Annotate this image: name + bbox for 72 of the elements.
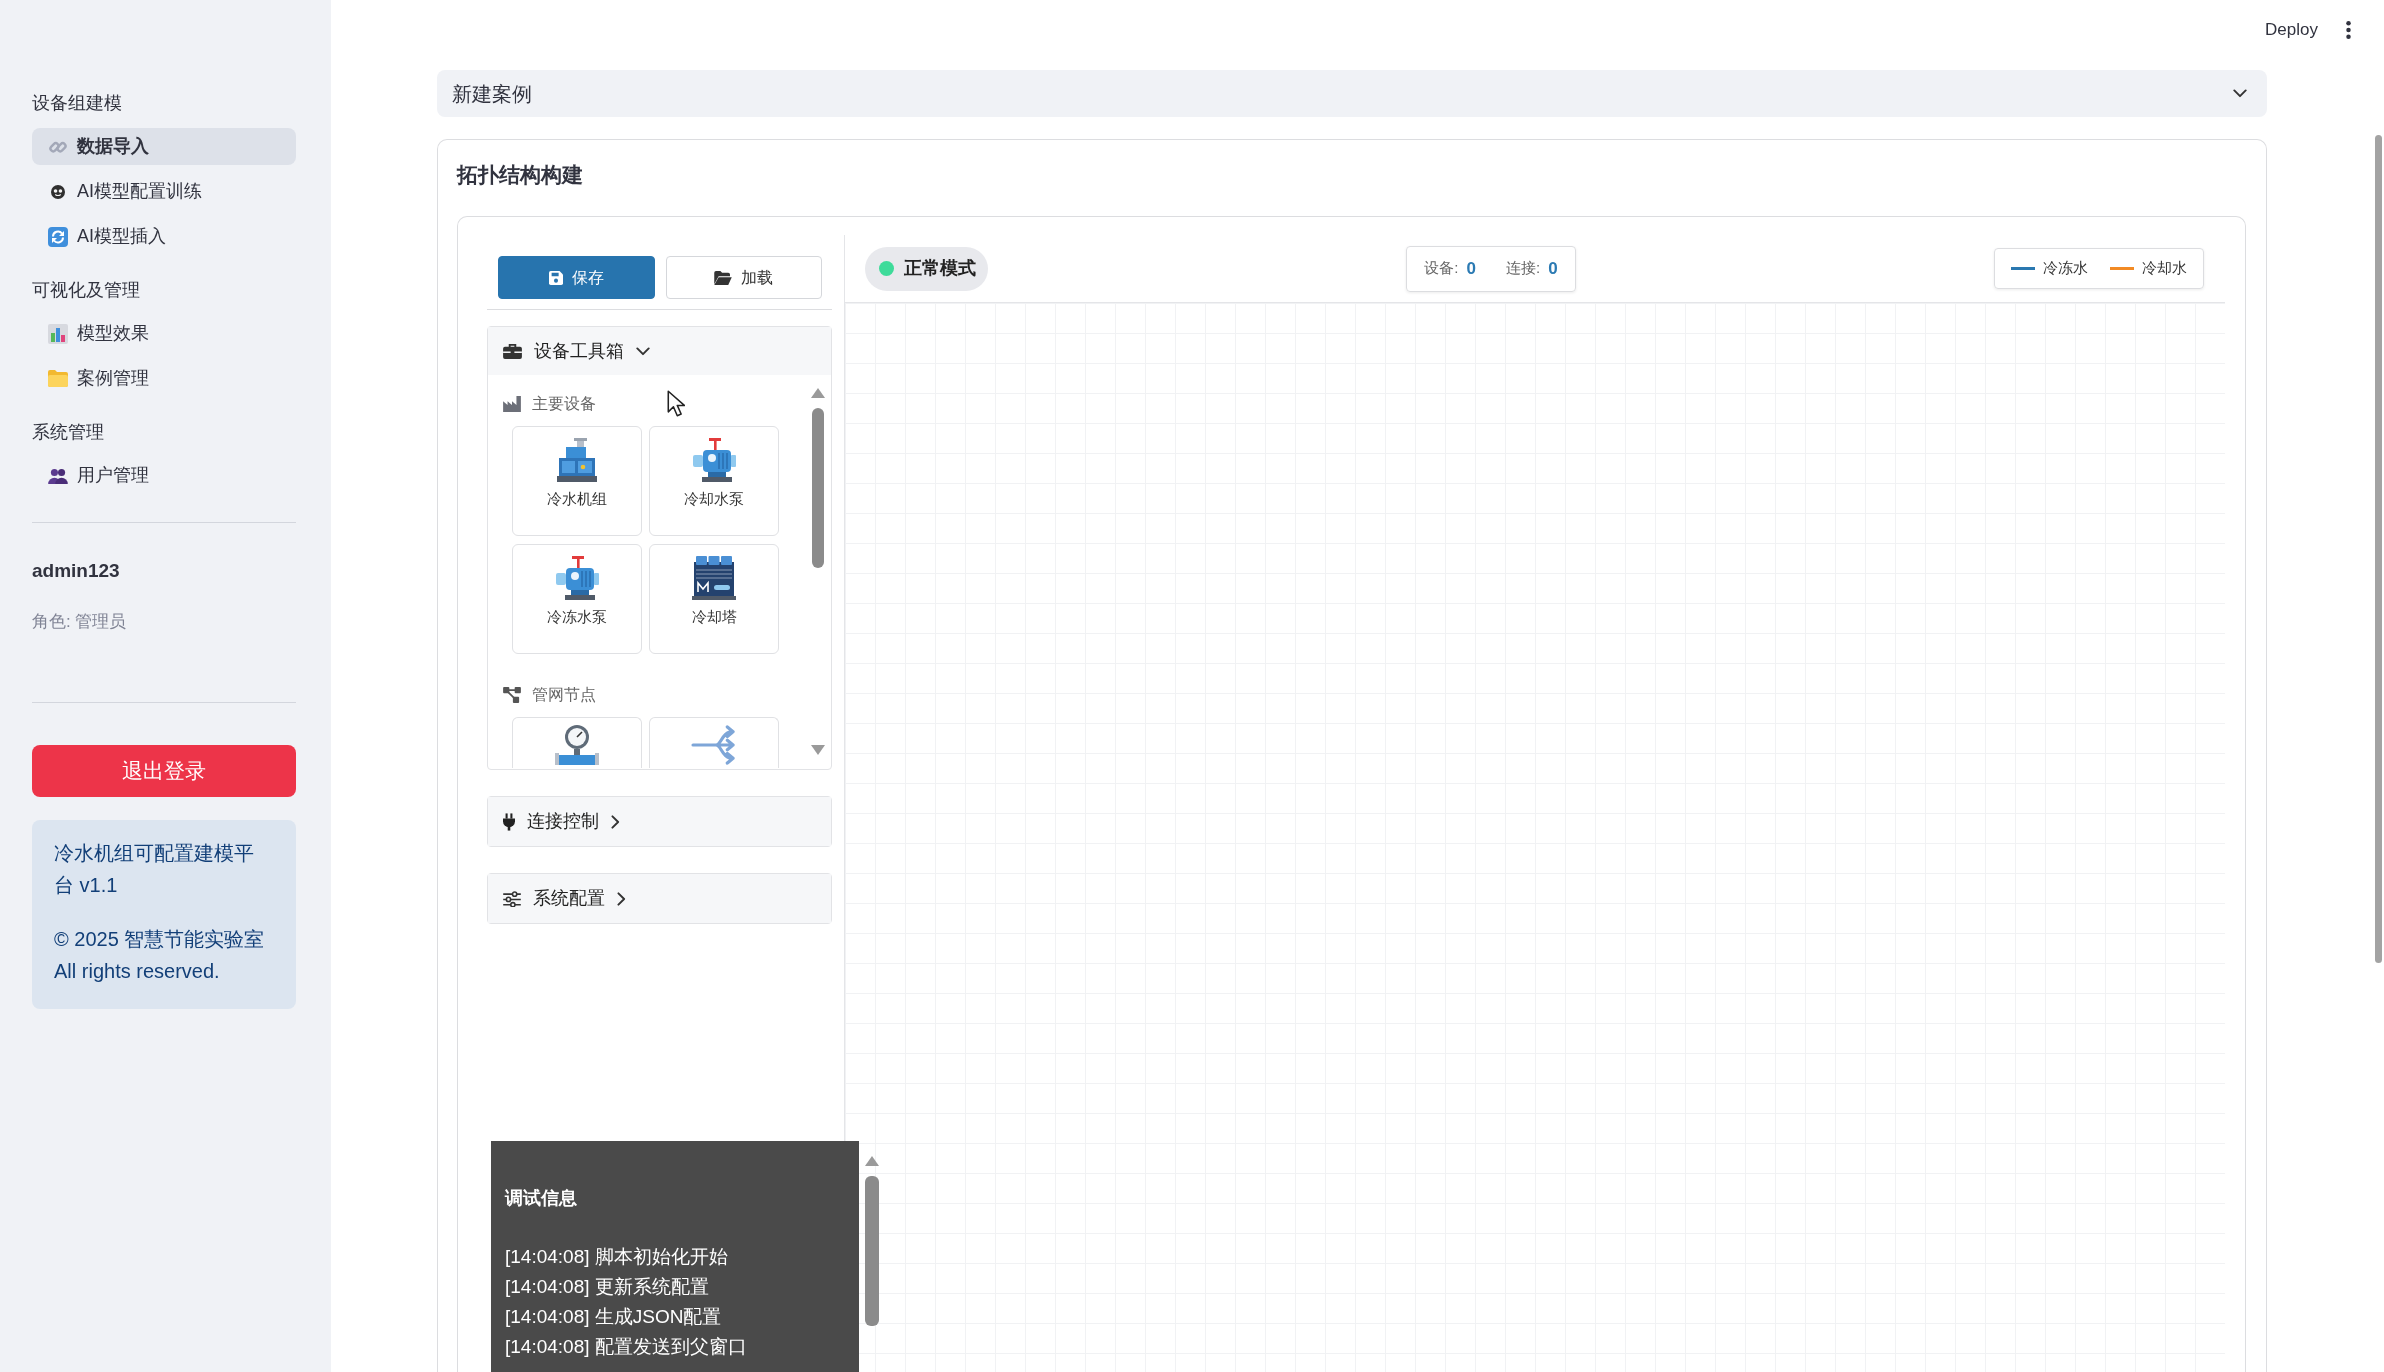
scroll-down-arrow-icon[interactable] [811,745,825,755]
case-expander[interactable]: 新建案例 [437,70,2267,117]
stat-label: 连接: [1506,258,1541,279]
scroll-up-arrow-icon[interactable] [865,1156,879,1166]
bar-chart-icon [48,323,68,344]
device-tile[interactable]: 冷冻水泵 [512,544,642,654]
info-text: 冷水机组可配置建模平台 v1.1 [54,841,255,898]
info-text: © 2025 智慧节能实验室 [54,927,266,952]
stat-value: 0 [1466,257,1476,280]
open-folder-icon [714,270,733,285]
group-title: 主要设备 [532,394,596,414]
log-line: [14:04:08] 生成JSON配置 [505,1305,723,1329]
cooling-tower-icon [690,556,738,600]
device-tile[interactable]: 冷水机组 [512,426,642,536]
cursor-icon [667,390,685,417]
device-tile[interactable] [512,717,642,768]
refresh-icon [48,226,68,247]
status-dot-icon [879,261,894,276]
factory-icon [503,396,521,412]
panel-title: 拓扑结构构建 [457,162,584,188]
device-tile[interactable]: 冷却塔 [649,544,779,654]
face-icon [51,184,65,199]
sidebar-item[interactable]: AI模型配置训练 [32,173,296,210]
pressure-gauge-icon [555,725,599,765]
panel-header[interactable]: 系统配置 [488,874,831,923]
logout-button[interactable]: 退出登录 [32,745,296,797]
section-title: 系统管理 [32,421,105,444]
legend-label: 冷冻水 [2043,258,2088,279]
panel-header[interactable]: 连接控制 [488,797,831,846]
more-menu-icon[interactable] [2346,21,2351,39]
sidebar-item[interactable]: 案例管理 [32,360,296,397]
user-role: 角色: 管理员 [32,611,128,633]
sidebar-item[interactable]: 数据导入 [32,128,296,165]
pump-icon [690,438,738,482]
panel-header[interactable]: 设备工具箱 [488,327,831,375]
group-title: 管网节点 [532,685,596,705]
device-tile[interactable] [649,717,779,768]
save-button[interactable]: 保存 [498,256,655,299]
section-title: 可视化及管理 [32,279,141,302]
log-line: [14:04:08] 配置发送到父窗口 [505,1335,748,1359]
scrollbar-thumb[interactable] [812,408,824,568]
people-icon [48,467,68,484]
info-text: All rights reserved. [54,959,221,984]
plug-icon [503,812,515,831]
mode-toggle[interactable]: 正常模式 [865,246,988,291]
device-tile[interactable]: 冷却水泵 [649,426,779,536]
username: admin123 [32,559,121,583]
network-nodes-icon [503,687,521,703]
sidebar-item[interactable]: AI模型插入 [32,218,296,255]
chevron-right-icon [611,814,620,829]
pump-icon [553,556,601,600]
debug-title: 调试信息 [505,1187,578,1210]
stat-value: 0 [1548,257,1558,280]
toolbox-icon [503,343,522,359]
sidebar-item[interactable]: 用户管理 [32,457,296,494]
folder-icon [48,370,68,387]
scroll-up-arrow-icon[interactable] [811,388,825,398]
chevron-down-icon [636,346,650,356]
section-title: 设备组建模 [32,92,123,115]
sidebar-item[interactable]: 模型效果 [32,315,296,352]
chevron-right-icon [617,891,626,906]
stat-label: 设备: [1424,258,1459,279]
sliders-icon [503,890,521,907]
load-button[interactable]: 加载 [665,256,822,299]
deploy-button[interactable]: Deploy [2265,17,2318,43]
branching-arrows-icon [690,725,738,765]
log-line: [14:04:08] 更新系统配置 [505,1275,710,1299]
legend-label: 冷却水 [2142,258,2187,279]
chevron-down-icon [2233,89,2247,98]
log-line: [14:04:08] 脚本初始化开始 [505,1245,729,1269]
scrollbar-thumb[interactable] [865,1176,879,1326]
scrollbar-thumb[interactable] [2375,135,2382,963]
